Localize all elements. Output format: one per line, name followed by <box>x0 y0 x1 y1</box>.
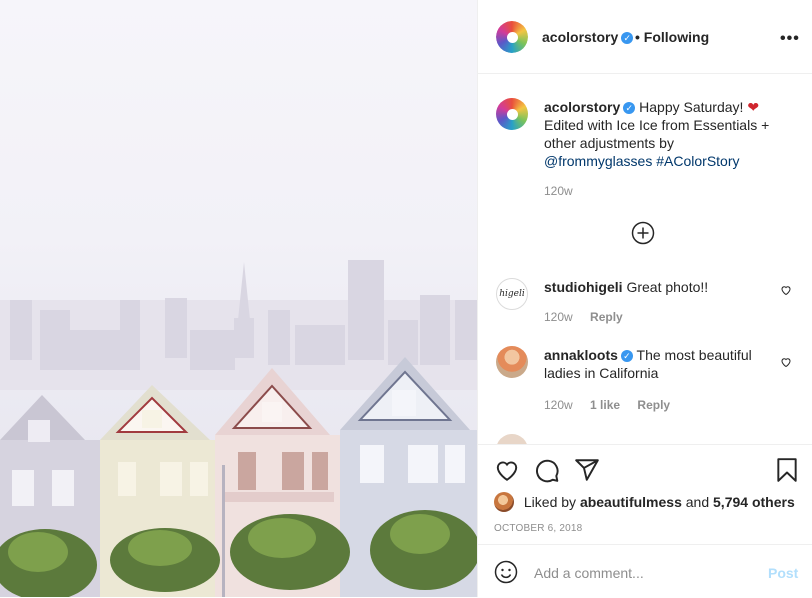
caption: acolorstory ✓ Happy Saturday! ❤ Edited wi… <box>496 98 796 218</box>
comment-meta: 120w 1 like Reply <box>544 398 684 412</box>
comment-content: Great photo!! <box>626 279 709 295</box>
liker-username[interactable]: abeautifulmess <box>580 494 682 510</box>
save-icon[interactable] <box>774 457 800 483</box>
comment-like-count[interactable]: 1 like <box>590 398 620 412</box>
comment-item-partial <box>496 434 796 444</box>
acolorstory-logo <box>496 21 528 53</box>
commenter-avatar[interactable] <box>496 434 528 444</box>
comment-icon[interactable] <box>534 457 560 483</box>
caption-meta: 120w <box>544 184 587 198</box>
reply-button[interactable]: Reply <box>637 398 670 412</box>
comment-item: annakloots ✓ The most beautiful ladies in… <box>496 346 796 426</box>
verified-icon: ✓ <box>621 32 634 44</box>
hashtag-link[interactable]: #AColorStory <box>656 153 739 169</box>
verified-icon: ✓ <box>620 350 633 362</box>
caption-line-1: Happy Saturday! <box>639 99 744 115</box>
likes-count[interactable]: 5,794 others <box>713 494 795 510</box>
comment-like-icon[interactable] <box>780 284 792 296</box>
instagram-post-view: acolorstory ✓ • Following ••• acolorstory… <box>0 0 812 597</box>
liker-avatar[interactable] <box>494 492 514 512</box>
post-side-panel: acolorstory ✓ • Following ••• acolorstory… <box>477 0 812 597</box>
comment-text: studiohigeli Great photo!! <box>544 278 774 296</box>
like-icon[interactable] <box>494 457 520 483</box>
more-options-icon[interactable]: ••• <box>780 30 800 48</box>
comment-item: higeli studiohigeli Great photo!! 120w R… <box>496 278 796 338</box>
post-actions: Liked by abeautifulmess and 5,794 others… <box>478 444 812 545</box>
comment-username[interactable]: annakloots <box>544 347 618 363</box>
comment-text: annakloots ✓ The most beautiful ladies in… <box>544 346 774 382</box>
verified-icon: ✓ <box>623 102 636 114</box>
caption-line-2: Edited with Ice Ice from Essentials + ot… <box>544 117 770 151</box>
caption-username[interactable]: acolorstory <box>544 99 620 115</box>
comment-meta: 120w Reply <box>544 310 637 324</box>
author-avatar[interactable] <box>496 21 528 53</box>
reply-button[interactable]: Reply <box>590 310 623 324</box>
post-date[interactable]: OCTOBER 6, 2018 <box>494 523 582 534</box>
heart-emoji-icon: ❤ <box>747 99 760 115</box>
likes-summary: Liked by abeautifulmess and 5,794 others <box>494 492 795 512</box>
author-username-row: acolorstory ✓ <box>542 29 634 45</box>
post-photo[interactable] <box>0 0 477 597</box>
comment-composer: Add a comment... Post <box>478 544 812 598</box>
comment-like-icon[interactable] <box>780 356 792 368</box>
post-header: acolorstory ✓ • Following ••• <box>478 0 812 74</box>
following-label[interactable]: Following <box>644 29 709 45</box>
liked-by-prefix: Liked by <box>523 494 577 510</box>
comment-age[interactable]: 120w <box>544 310 573 324</box>
acolorstory-logo <box>496 98 528 130</box>
post-comment-button[interactable]: Post <box>768 565 798 581</box>
caption-avatar[interactable] <box>496 98 528 130</box>
commenter-avatar[interactable] <box>496 346 528 378</box>
caption-text: acolorstory ✓ Happy Saturday! ❤ Edited wi… <box>544 98 774 170</box>
emoji-icon[interactable] <box>494 560 518 584</box>
caption-age[interactable]: 120w <box>544 184 573 198</box>
comment-input[interactable]: Add a comment... <box>534 565 644 581</box>
comment-username[interactable]: studiohigeli <box>544 279 623 295</box>
load-more-icon[interactable] <box>631 221 655 245</box>
follow-status[interactable]: • Following <box>635 29 709 45</box>
mention-link[interactable]: @frommyglasses <box>544 153 652 169</box>
author-username[interactable]: acolorstory <box>542 29 618 45</box>
commenter-avatar[interactable]: higeli <box>496 278 528 310</box>
liked-by-connector: and <box>685 494 710 510</box>
comments-list[interactable]: acolorstory ✓ Happy Saturday! ❤ Edited wi… <box>478 74 812 444</box>
share-icon[interactable] <box>574 457 600 483</box>
separator-dot: • <box>635 29 640 45</box>
painted-ladies-image <box>0 260 477 597</box>
comment-age[interactable]: 120w <box>544 398 573 412</box>
